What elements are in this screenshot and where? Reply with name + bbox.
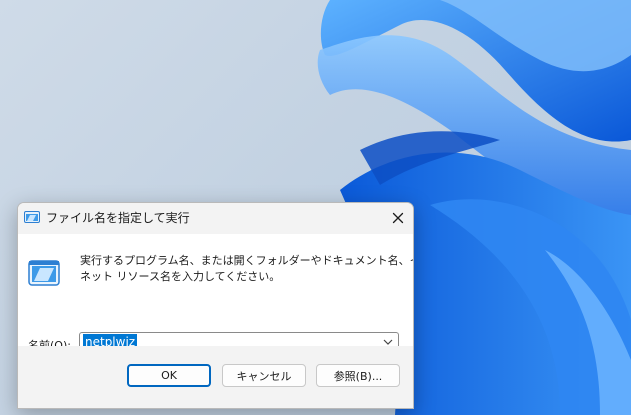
ok-button[interactable]: OK	[127, 364, 211, 387]
chevron-down-icon[interactable]	[383, 338, 393, 346]
browse-button[interactable]: 参照(B)...	[316, 364, 400, 387]
close-icon	[392, 212, 404, 224]
close-button[interactable]	[387, 207, 409, 229]
dialog-body: 実行するプログラム名、または開くフォルダーやドキュメント名、インター ネット リ…	[18, 234, 413, 354]
dialog-footer: OK キャンセル 参照(B)...	[18, 346, 413, 408]
instruction-line-2: ネット リソース名を入力してください。	[80, 270, 281, 283]
run-icon	[28, 260, 60, 286]
desktop: ファイル名を指定して実行 実行するプログラム名、または開くフォルダーやドキュメン…	[0, 0, 631, 415]
title-bar[interactable]: ファイル名を指定して実行	[18, 203, 413, 232]
instruction-line-1: 実行するプログラム名、または開くフォルダーやドキュメント名、インター	[80, 254, 413, 267]
instruction-text: 実行するプログラム名、または開くフォルダーやドキュメント名、インター ネット リ…	[80, 253, 413, 285]
cancel-button[interactable]: キャンセル	[222, 364, 306, 387]
window-title: ファイル名を指定して実行	[46, 211, 190, 225]
run-icon	[24, 211, 40, 223]
run-dialog: ファイル名を指定して実行 実行するプログラム名、または開くフォルダーやドキュメン…	[17, 202, 414, 409]
